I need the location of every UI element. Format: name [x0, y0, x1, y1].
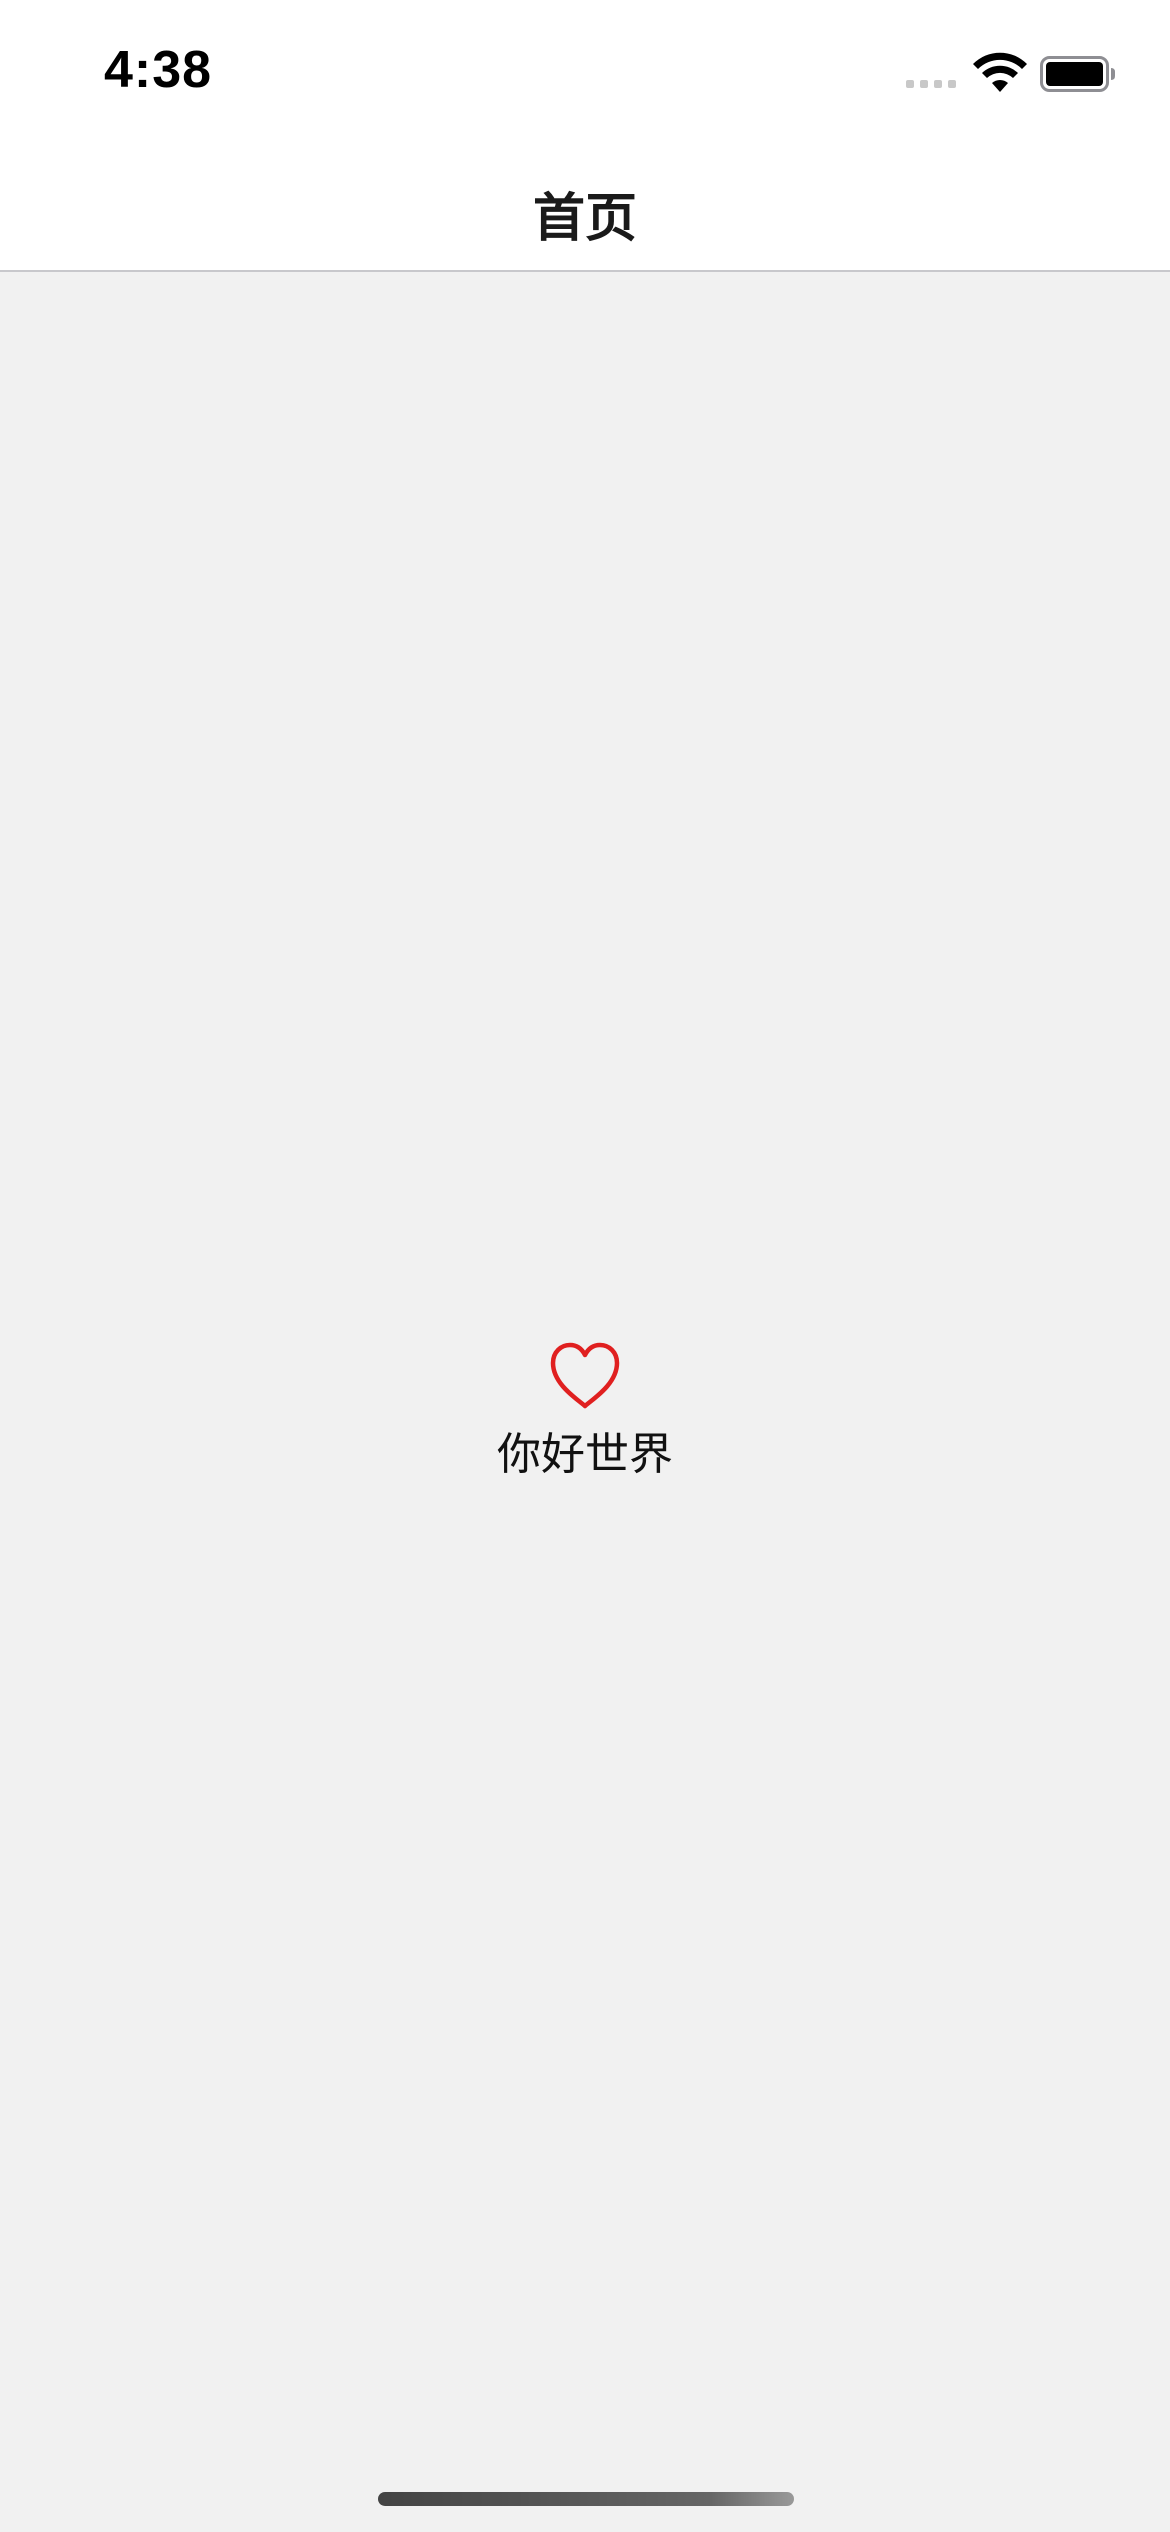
wifi-icon — [973, 52, 1027, 92]
hello-world-text: 你好世界 — [497, 1429, 673, 1480]
screen: 4:38 首页 你好世界 — [0, 0, 1170, 2532]
status-time: 4:38 — [104, 41, 213, 99]
battery-icon — [1040, 56, 1115, 92]
hello-group[interactable]: 你好世界 — [0, 1340, 1170, 1482]
home-indicator[interactable] — [378, 2492, 794, 2506]
navigation-bar: 首页 — [0, 138, 1170, 272]
heart-outline-icon — [550, 1342, 620, 1409]
cellular-signal-icon — [906, 80, 956, 88]
status-bar: 4:38 — [0, 0, 1170, 138]
page-title: 首页 — [532, 189, 637, 249]
main-content: 你好世界 — [0, 272, 1170, 2532]
